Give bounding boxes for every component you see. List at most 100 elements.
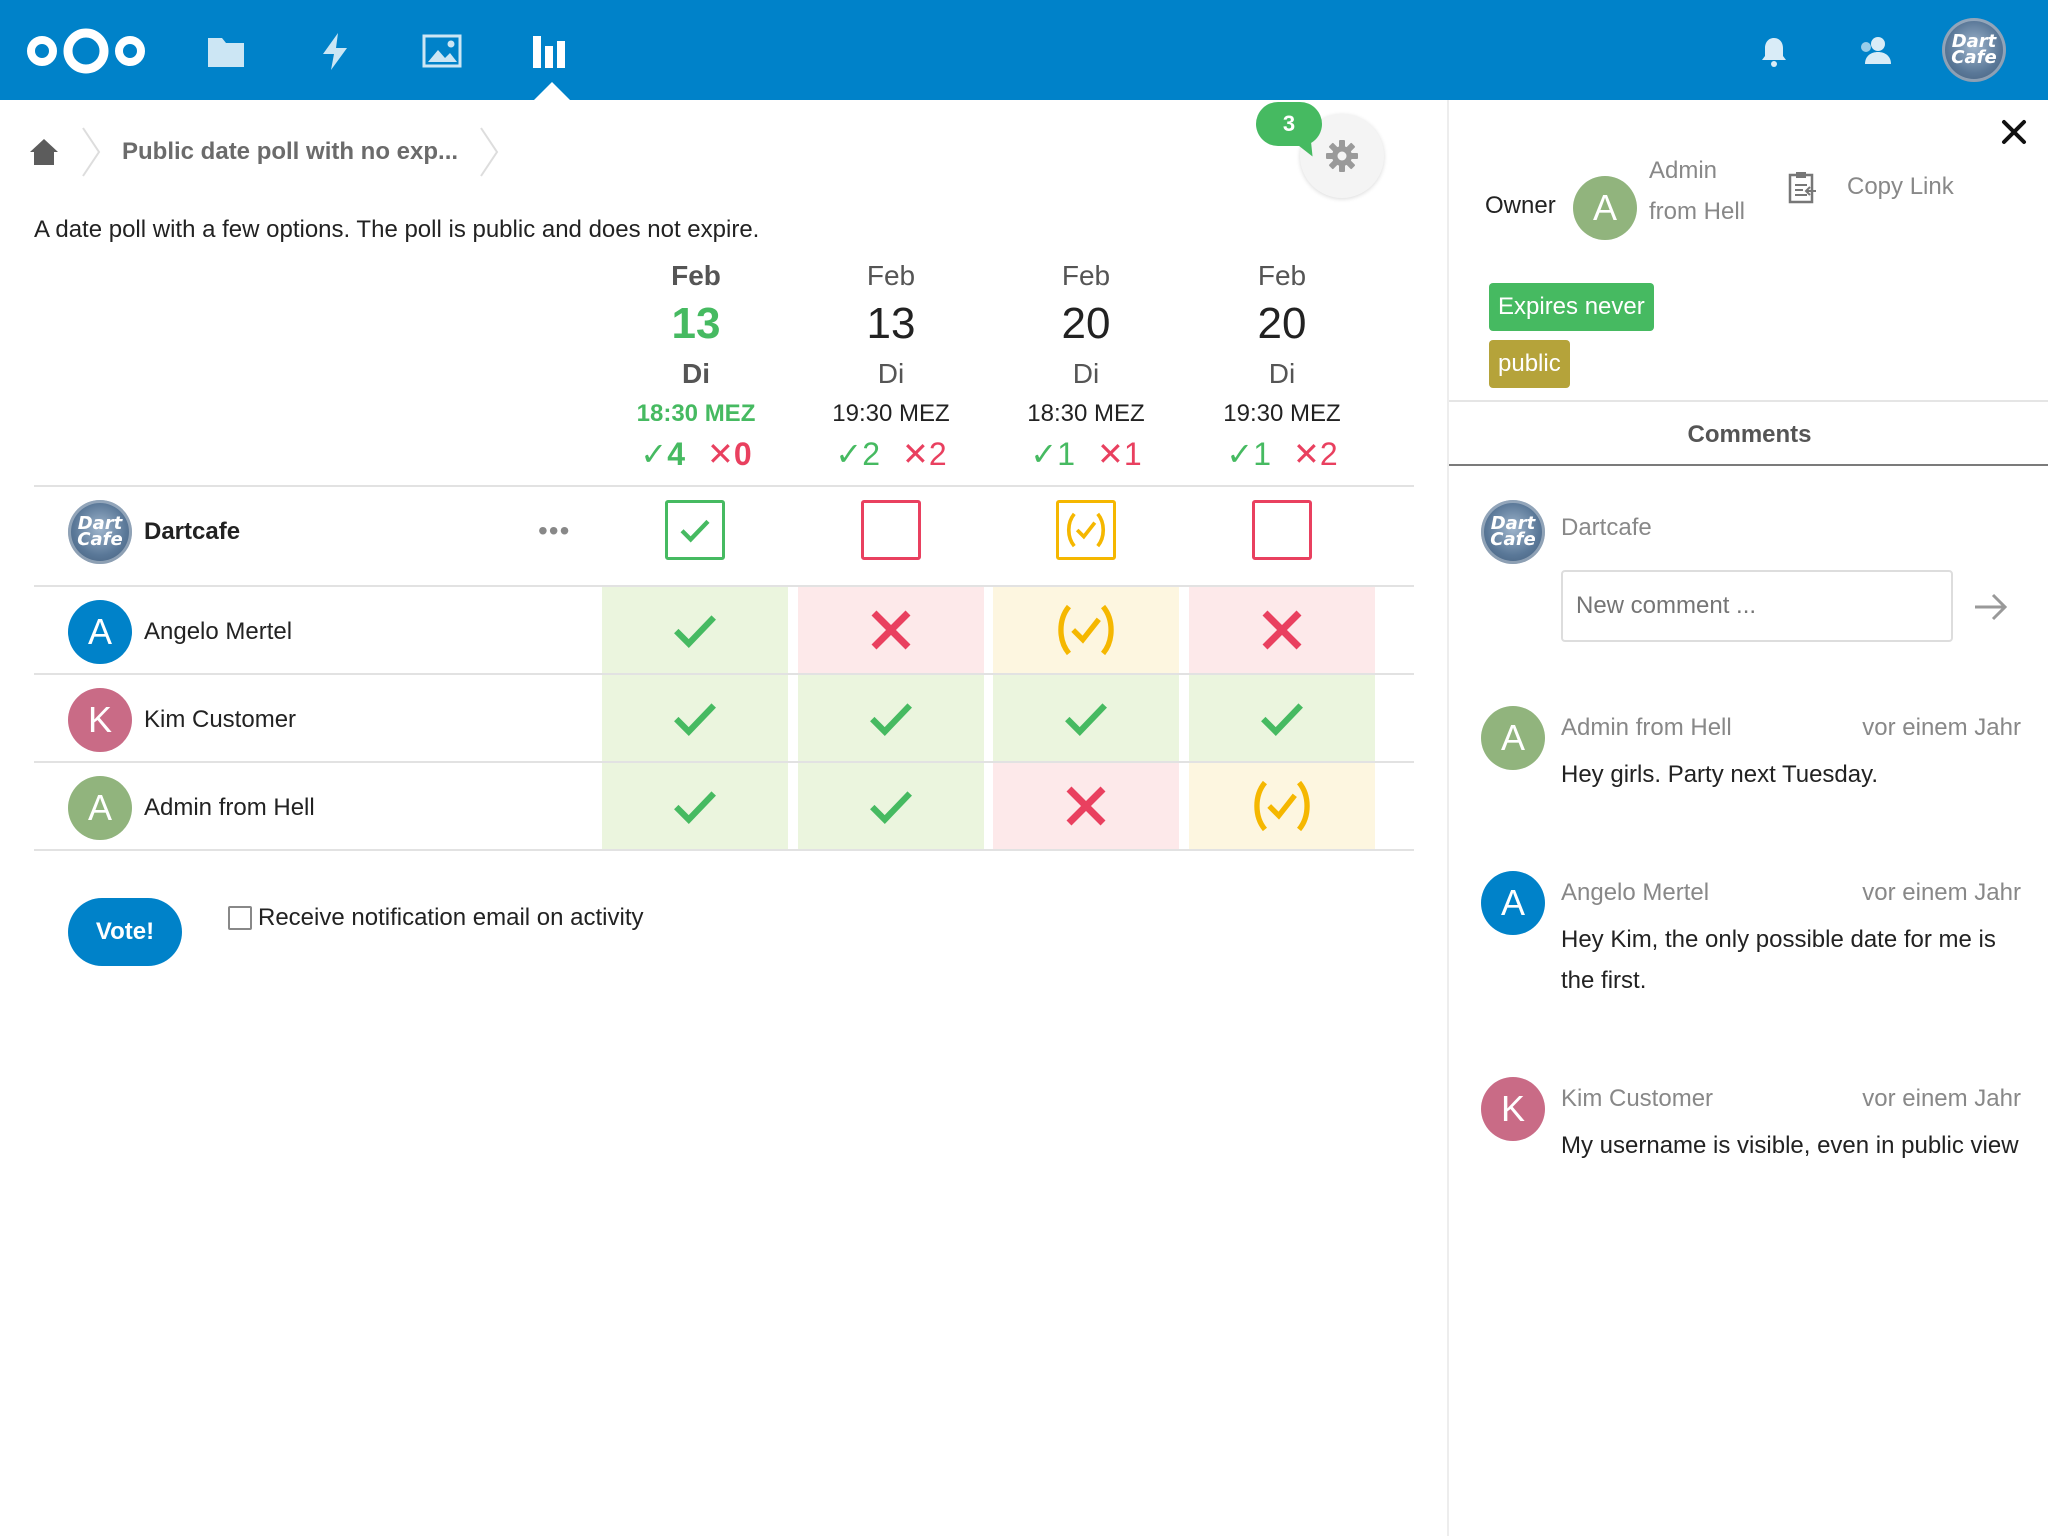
option-vote-counts: ✓4 ✕0 [601,434,791,474]
cross-icon [1257,605,1307,655]
vote-cell-yes [602,675,788,761]
breadcrumb-separator-icon [480,127,499,177]
breadcrumb-separator-icon [82,127,101,177]
polls-icon[interactable] [528,30,570,72]
user-avatar-icon[interactable]: Dart Cafe [1942,18,2006,82]
option-vote-counts: ✓1 ✕2 [1187,434,1377,474]
avatar-text-line2: Cafe [77,529,123,550]
option-weekday: Di [1072,358,1100,389]
owner-label: Owner [1485,192,1556,219]
cross-icon [1061,781,1111,831]
check-icon: ✓ [1030,436,1058,472]
option-day: 13 [866,299,916,348]
notification-label: Receive notification email on activity [258,904,644,931]
avatar-initial: K [1500,1088,1525,1129]
vote-toggle-yes[interactable] [665,500,725,560]
access-badge-label: public [1498,350,1561,377]
no-count: ✕1 [1097,434,1142,474]
yes-count: ✓2 [835,434,880,474]
participant-row: A Angelo Mertel [34,587,1414,673]
avatar-text-line2: Cafe [1490,529,1536,550]
current-user-participant: Dart Cafe Dartcafe [68,500,240,564]
breadcrumb-poll-title[interactable]: Public date poll with no exp... [122,138,458,166]
activity-icon[interactable] [314,30,356,72]
check-icon [1256,692,1308,744]
yes-count: ✓1 [1226,434,1271,474]
poll-main-content: Public date poll with no exp... 3 A date… [0,100,1447,1536]
check-icon [865,780,917,832]
new-comment-input[interactable] [1561,570,1953,642]
vote-cell-editable [993,487,1179,573]
breadcrumb: Public date poll with no exp... [28,127,520,177]
comment-text: Hey Kim, the only possible date for me i… [1561,926,1996,994]
vote-cell-yes [602,587,788,673]
close-icon[interactable] [1996,114,2032,150]
copy-link-button[interactable]: Copy Link [1787,170,1954,204]
cross-icon: ✕ [902,436,929,472]
photos-icon[interactable] [421,30,463,72]
files-icon[interactable] [205,30,247,72]
avatar: K [68,688,132,752]
contacts-icon[interactable] [1854,30,1896,72]
vote-cell-maybe [1189,763,1375,849]
avatar: A [68,600,132,664]
check-icon [865,692,917,744]
participant-row: K Kim Customer [34,675,1414,761]
no-count: ✕2 [1293,434,1338,474]
owner-avatar: A [1573,176,1637,240]
maybe-check-icon [1054,598,1118,662]
comment-text: My username is visible, even in public v… [1561,1132,2019,1159]
avatar-initial: A [1500,717,1525,758]
comment-author-me: Dartcafe [1561,514,1652,541]
yes-count-value: 1 [1253,436,1271,472]
vote-toggle-no[interactable] [861,500,921,560]
comment-time: vor einem Jahr [1862,1085,2021,1112]
comments-count-badge[interactable]: 3 [1256,102,1322,146]
option-month: Feb [866,260,916,291]
comment-text: Hey girls. Party next Tuesday. [1561,761,1879,788]
more-options-button[interactable]: ••• [538,515,570,547]
notification-option[interactable]: Receive notification email on activity [228,904,644,932]
notification-checkbox[interactable] [228,906,252,930]
avatar-initial: A [87,787,112,828]
no-count: ✕2 [902,434,947,474]
active-app-indicator [534,82,570,100]
vote-toggle-maybe[interactable] [1056,500,1116,560]
vote-cell-no [1189,587,1375,673]
check-icon [669,604,721,656]
vote-cell-yes [798,763,984,849]
cross-icon: ✕ [1293,436,1320,472]
comment-author: Angelo Mertel [1561,879,1710,906]
comment-author: Kim Customer [1561,1085,1714,1112]
notifications-bell-icon[interactable] [1754,32,1794,72]
poll-description: A date poll with a few options. The poll… [34,216,760,243]
owner-initial: A [1592,187,1617,228]
yes-count-value: 4 [667,436,685,472]
no-count: ✕0 [707,434,752,474]
tab-comments[interactable]: Comments [1449,400,2048,466]
option-day: 13 [671,299,721,348]
vote-cell-yes [1189,675,1375,761]
clipboard-icon [1788,172,1816,204]
send-arrow-icon[interactable] [1971,590,2011,624]
yes-count: ✓4 [640,434,685,474]
tab-comments-label: Comments [1687,421,1812,448]
option-day: 20 [1257,299,1307,348]
vote-toggle-no[interactable] [1252,500,1312,560]
option-vote-counts: ✓2 ✕2 [796,434,986,474]
nextcloud-logo-icon[interactable] [24,26,148,76]
no-count-value: 0 [733,436,752,472]
home-icon[interactable] [28,136,60,168]
cross-icon [866,605,916,655]
vote-button[interactable]: Vote! [68,898,182,966]
option-time: 18:30 MEZ [636,400,756,427]
avatar-initial: A [87,611,112,652]
avatar: A [1481,706,1545,770]
current-user-row: Dart Cafe Dartcafe ••• [34,487,1414,573]
maybe-check-icon [1250,774,1314,838]
poll-sidebar: Owner A Admin from Hell Copy Link Expire… [1447,100,2048,1536]
participant-name: Admin from Hell [144,794,315,821]
cross-icon: ✕ [1097,436,1124,472]
avatar-text-line2: Cafe [1951,47,1997,68]
option-header: Feb 20 Di 18:30 MEZ ✓1 ✕1 [991,258,1181,474]
